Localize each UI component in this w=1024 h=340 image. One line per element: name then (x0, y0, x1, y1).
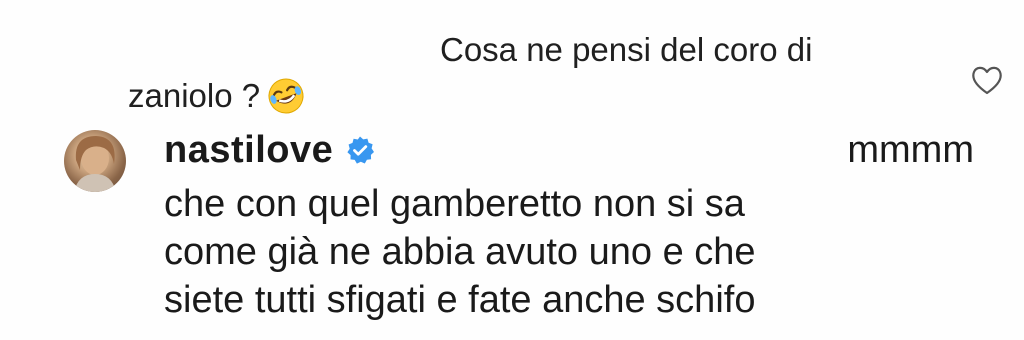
username-link[interactable]: nastilove (164, 126, 333, 174)
comment-thread-screen: Cosa ne pensi del coro di zaniolo ? nast… (0, 0, 1024, 340)
like-heart-icon[interactable] (970, 64, 1004, 96)
reply-line-3: siete tutti sfigati e fate anche schifo (164, 279, 756, 321)
reply-line-1: che con quel gamberetto non si sa (164, 183, 745, 225)
profile-avatar[interactable] (64, 130, 126, 192)
parent-comment-text: zaniolo ? (128, 77, 261, 114)
reply-body: che con quel gamberetto non si sa come g… (164, 180, 984, 324)
parent-comment-text-line-2: zaniolo ? (128, 76, 306, 116)
reply-header: nastilove (164, 126, 375, 174)
reply-inline-text: mmmm (847, 129, 974, 171)
parent-comment-text-line-1: Cosa ne pensi del coro di (440, 31, 813, 68)
reply-line-2: come già ne abbia avuto uno e che (164, 231, 756, 273)
laughing-emoji-icon (266, 76, 306, 116)
verified-badge-icon (345, 135, 375, 165)
